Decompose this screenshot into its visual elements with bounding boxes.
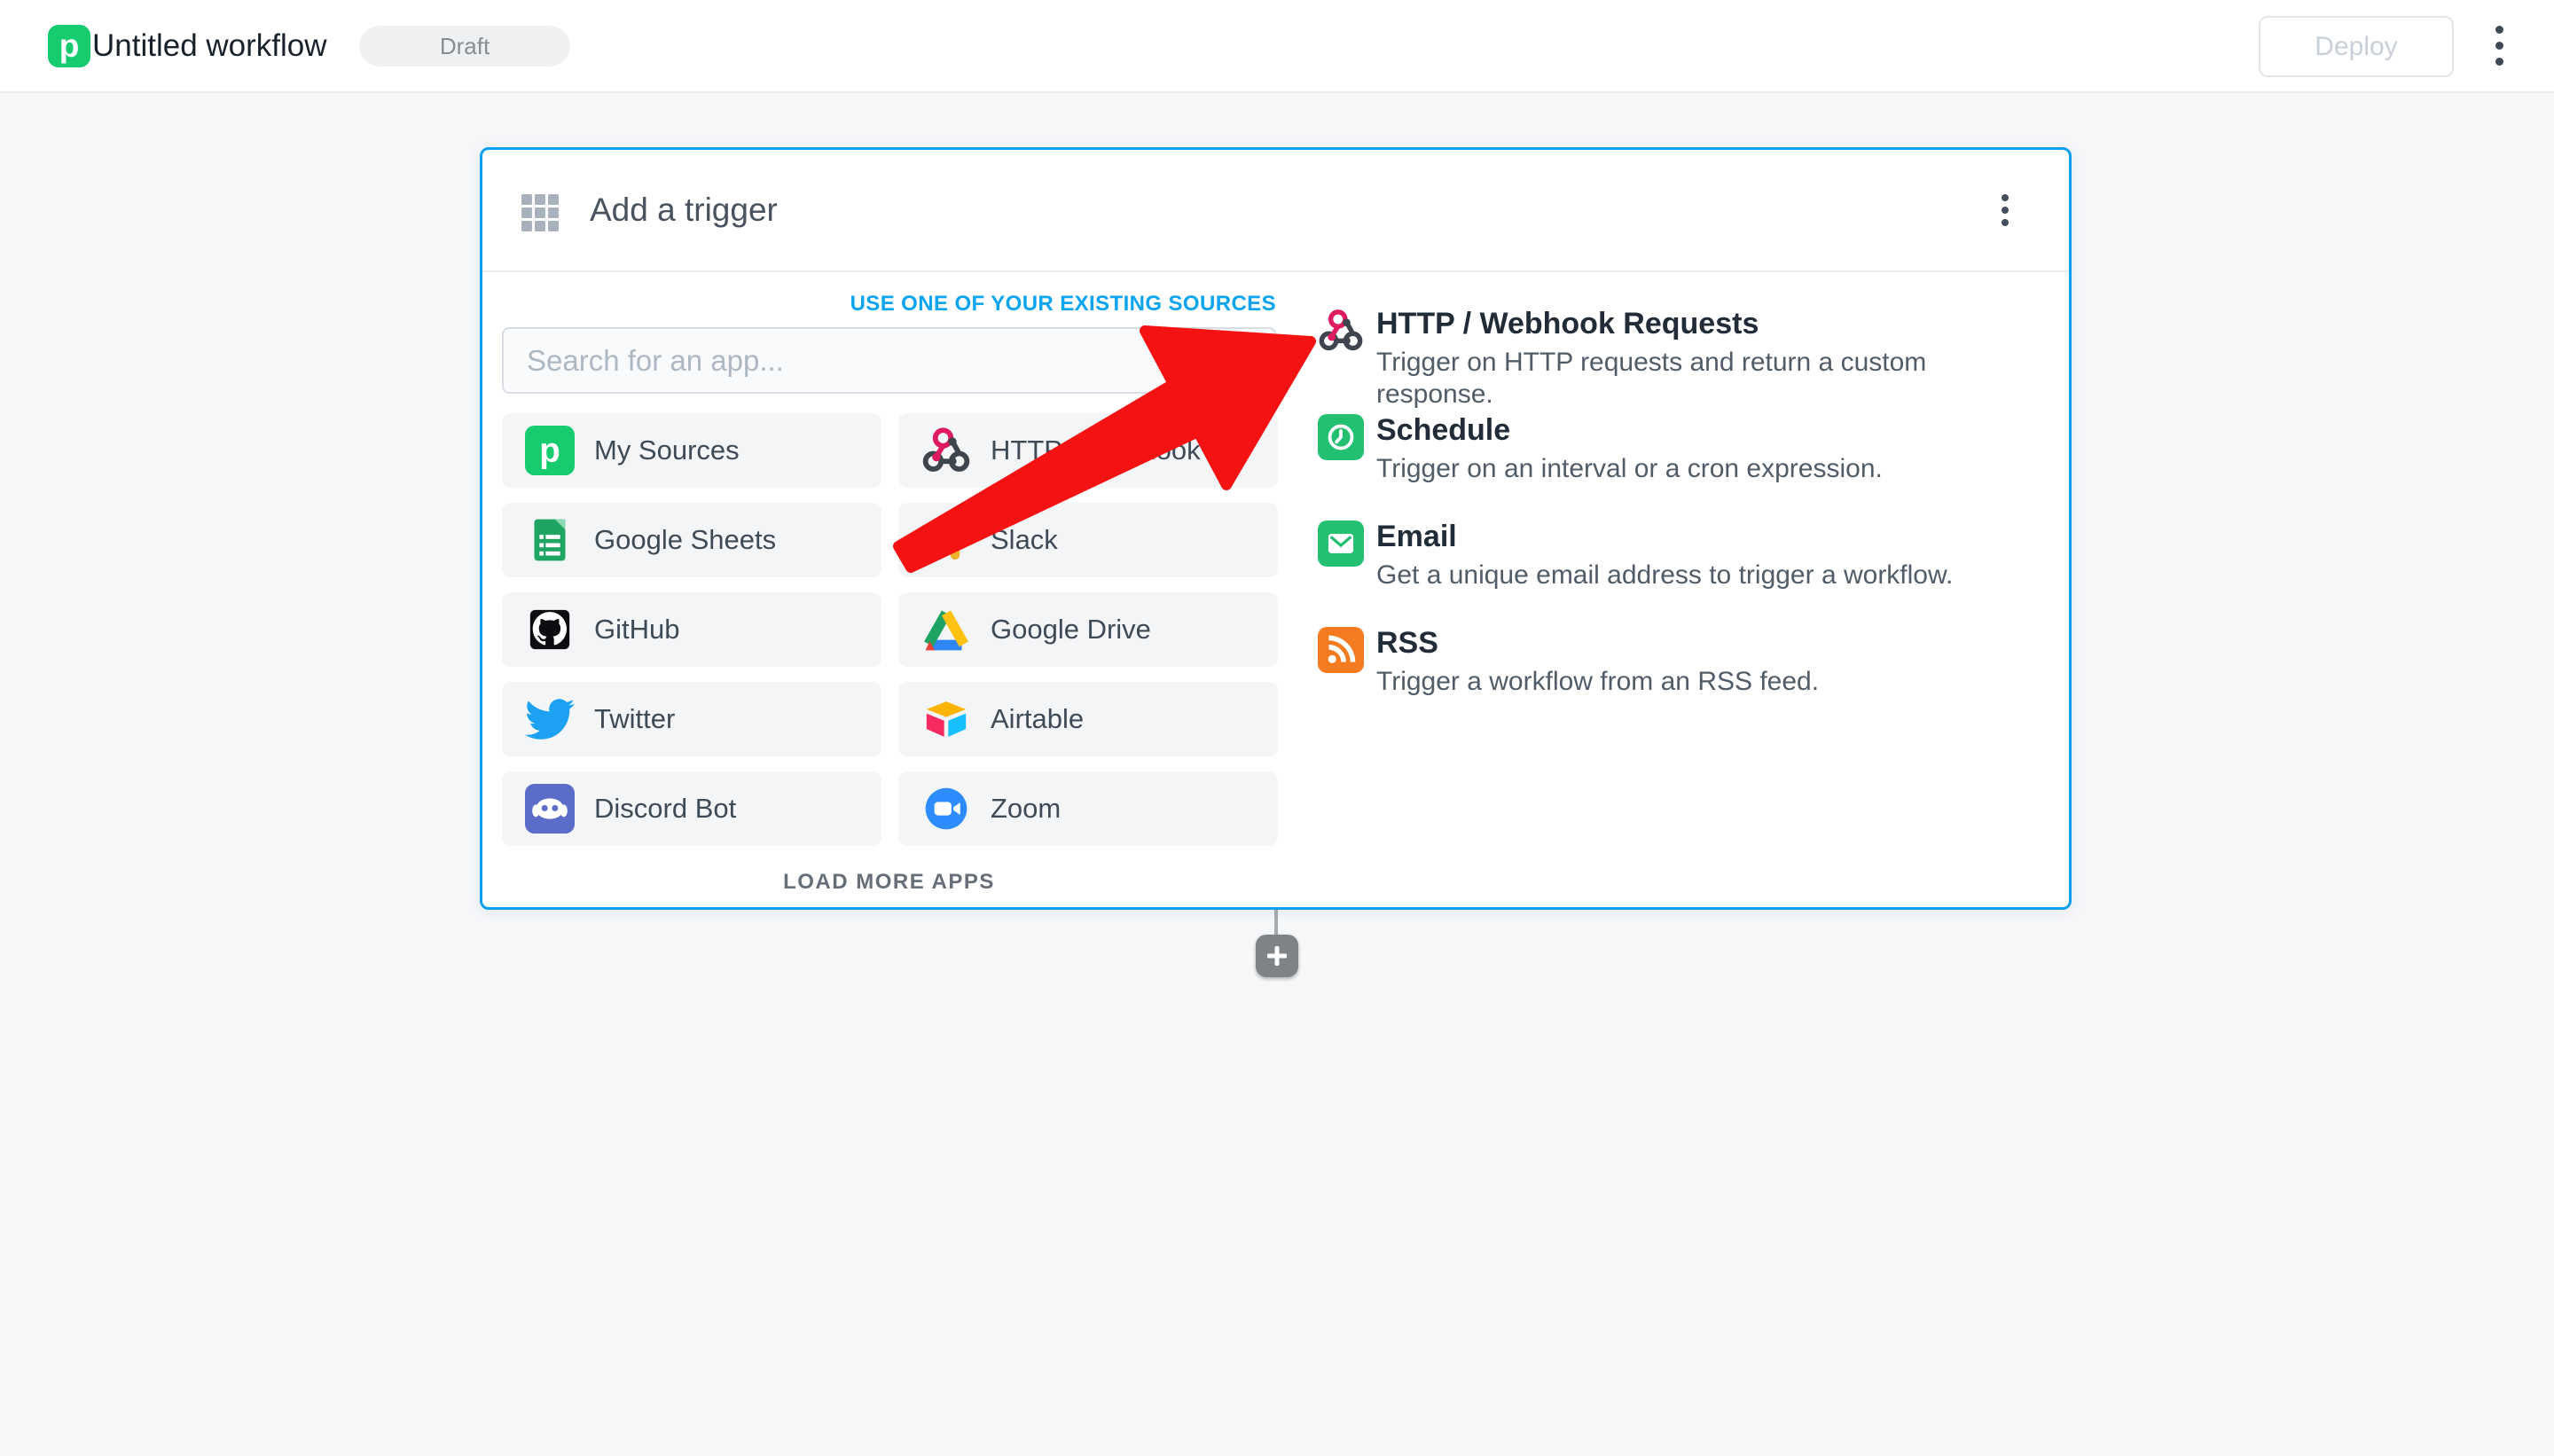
zoom-icon <box>925 787 968 830</box>
trigger-option-schedule[interactable]: Schedule Trigger on an interval or a cro… <box>1318 412 2036 485</box>
card-header-divider <box>482 270 2069 272</box>
plus-icon <box>1267 946 1287 966</box>
app-tile-google-sheets[interactable]: Google Sheets <box>502 503 881 577</box>
card-menu-icon[interactable] <box>1986 150 2025 270</box>
status-badge: Draft <box>359 26 570 67</box>
webhook-icon <box>922 427 970 472</box>
top-bar: p Untitled workflow Draft Deploy <box>0 0 2554 93</box>
email-envelope-icon <box>1318 521 1364 567</box>
app-tile-airtable[interactable]: Airtable <box>898 682 1278 756</box>
trigger-title: HTTP / Webhook Requests <box>1376 307 1759 341</box>
trigger-option-rss[interactable]: RSS Trigger a workflow from an RSS feed. <box>1318 625 2036 698</box>
google-sheets-icon <box>534 519 566 561</box>
app-tile-label: My Sources <box>594 434 740 466</box>
trigger-description: Trigger on HTTP requests and return a cu… <box>1376 348 1927 409</box>
step-connector-line <box>1274 910 1278 936</box>
app-tile-label: Google Drive <box>991 614 1151 645</box>
app-tile-twitter[interactable]: Twitter <box>502 682 881 756</box>
trigger-description: Get a unique email address to trigger a … <box>1376 560 1954 590</box>
app-search-input[interactable] <box>502 327 1276 394</box>
trigger-title: Schedule <box>1376 413 1511 447</box>
trigger-title: RSS <box>1376 626 1438 660</box>
app-tile-label: Slack <box>991 524 1058 555</box>
app-tile-label: Twitter <box>594 703 676 734</box>
github-icon <box>529 609 570 650</box>
discord-icon <box>525 784 575 834</box>
overflow-menu-icon[interactable] <box>2480 0 2519 91</box>
app-tile-label: HTTP / Webhook <box>991 434 1201 466</box>
pipedream-icon: p <box>525 426 575 475</box>
twitter-icon <box>525 699 575 740</box>
grid-handle-icon <box>521 194 559 231</box>
app-tile-slack[interactable]: Slack <box>898 503 1278 577</box>
app-tile-discord-bot[interactable]: Discord Bot <box>502 771 881 846</box>
add-step-button[interactable] <box>1256 935 1298 977</box>
app-tile-google-drive[interactable]: Google Drive <box>898 592 1278 667</box>
deploy-button[interactable]: Deploy <box>2259 16 2454 77</box>
existing-sources-link[interactable]: USE ONE OF YOUR EXISTING SOURCES <box>502 292 1276 317</box>
app-tile-label: GitHub <box>594 614 680 645</box>
trigger-option-email[interactable]: Email Get a unique email address to trig… <box>1318 519 2036 591</box>
rss-icon <box>1318 627 1364 673</box>
airtable-icon <box>926 701 967 737</box>
app-tile-my-sources[interactable]: p My Sources <box>502 413 881 488</box>
app-tile-http-webhook[interactable]: HTTP / Webhook <box>898 413 1278 488</box>
svg-text:p: p <box>539 432 560 470</box>
trigger-description: Trigger on an interval or a cron express… <box>1376 454 1883 483</box>
google-drive-icon <box>924 610 968 651</box>
app-window: p Untitled workflow Draft Deploy Add a t… <box>0 0 2554 1456</box>
load-more-apps-button[interactable]: LOAD MORE APPS <box>502 870 1276 895</box>
app-grid: p My Sources HTTP / Webhook Google Sheet… <box>502 413 1278 846</box>
app-tile-label: Airtable <box>991 703 1085 734</box>
app-tile-label: Discord Bot <box>594 793 737 824</box>
app-tile-label: Zoom <box>991 793 1062 824</box>
app-tile-github[interactable]: GitHub <box>502 592 881 667</box>
add-trigger-card: Add a trigger USE ONE OF YOUR EXISTING S… <box>480 147 2072 910</box>
schedule-clock-icon <box>1318 414 1364 460</box>
app-tile-zoom[interactable]: Zoom <box>898 771 1278 846</box>
trigger-description: Trigger a workflow from an RSS feed. <box>1376 667 1820 696</box>
trigger-title: Email <box>1376 520 1457 553</box>
trigger-option-http-webhook[interactable]: HTTP / Webhook Requests Trigger on HTTP … <box>1318 306 2036 411</box>
slack-icon <box>926 520 967 560</box>
card-title: Add a trigger <box>590 192 778 228</box>
app-tile-label: Google Sheets <box>594 524 777 555</box>
workflow-title[interactable]: Untitled workflow <box>92 0 327 91</box>
webhook-icon <box>1319 309 1363 351</box>
pipedream-logo-icon[interactable]: p <box>48 25 90 67</box>
